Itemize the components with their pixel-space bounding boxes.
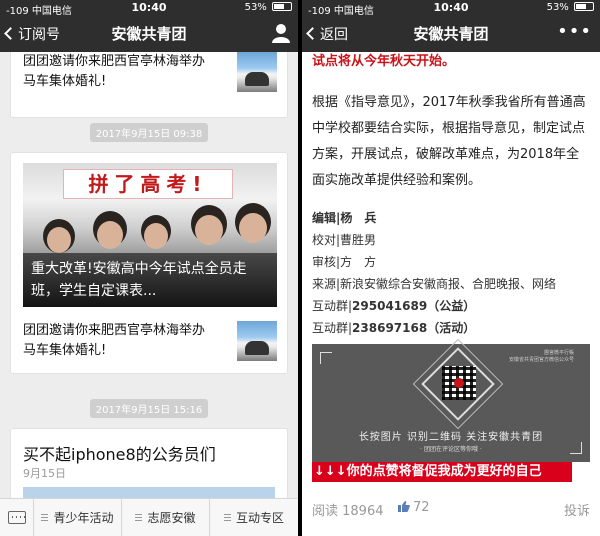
editor-credit: 编辑|杨 兵 — [312, 211, 377, 225]
battery-icon — [574, 2, 594, 11]
menu-item-interact[interactable]: 互动专区 — [210, 499, 298, 536]
article-card[interactable]: 团团邀请你来肥西官亭林海举办马车集体婚礼! — [10, 52, 288, 118]
article-thumbnail — [237, 321, 277, 361]
page-title: 安徽共青团 — [413, 25, 489, 43]
qr-code[interactable] — [442, 366, 476, 400]
like-count: 72 — [413, 500, 430, 515]
more-icon[interactable]: ••• — [557, 23, 592, 41]
left-screen: -109 中国电信 10:40 53% 订阅号 安徽共青团 团团邀请你来肥西官亭… — [0, 0, 298, 536]
right-nav-bar: -109 中国电信 10:40 53% 返回 安徽共青团 ••• — [302, 0, 600, 52]
hero-caption: 重大改革!安徽高中今年试点全员走班，学生自定课表... — [23, 253, 277, 307]
group-credit: 互动群|295041689（公益） — [312, 299, 476, 313]
like-button[interactable]: 72 — [398, 500, 430, 515]
menu-item-volunteer[interactable]: 志愿安徽 — [122, 499, 210, 536]
keyboard-icon — [8, 511, 26, 524]
page-title: 安徽共青团 — [111, 25, 187, 43]
review-credit: 审核|方 方 — [312, 255, 377, 269]
article-thumbnail — [237, 52, 277, 92]
menu-icon — [223, 514, 231, 521]
like-prompt-banner: ↓↓↓你的点赞将督促我成为更好的自己 — [312, 462, 572, 482]
thumbs-up-icon — [398, 501, 410, 512]
hero-banner-text: 拼了高考! — [63, 169, 233, 199]
status-bar: -109 中国电信 10:40 53% — [0, 0, 298, 17]
proof-credit: 校对|曹胜男 — [312, 233, 377, 247]
source-credit: 来源|新浪安徽综合安徽商报、合肥晚报、网络 — [312, 277, 557, 291]
article-title: 团团邀请你来肥西官亭林海举办马车集体婚礼! — [23, 323, 206, 358]
date-chip: 2017年9月15日 15:16 — [0, 398, 298, 418]
list-item[interactable]: 团团邀请你来肥西官亭林海举办马车集体婚礼! — [11, 315, 287, 371]
qr-subtext: · 团团在评论区等你哦 · — [420, 446, 482, 453]
battery-icon — [272, 2, 292, 11]
battery-area: 53% — [245, 2, 292, 13]
article-footer: 阅读 18964 72 投诉 — [312, 500, 590, 520]
status-bar: -109 中国电信 10:40 53% — [302, 0, 600, 17]
list-item[interactable]: 团团邀请你来肥西官亭林海举办马车集体婚礼! — [11, 46, 287, 102]
battery-percent: 53% — [244, 2, 267, 13]
hero-image[interactable]: 拼了高考! 重大改革!安徽高中今年试点全员走班，学生自定课表... — [23, 163, 277, 307]
group-credit: 互动群|238697168（活动） — [312, 321, 476, 335]
highlight-text: 试点将从今年秋天开始。 — [312, 54, 456, 69]
battery-area: 53% — [547, 2, 594, 13]
menu-icon — [135, 514, 143, 521]
article-card[interactable]: 买不起iphone8的公务员们 9月15日 — [10, 428, 288, 508]
article-body: 试点将从今年秋天开始。 根据《指导意见》，2017年秋季我省所有普通高中学校都要… — [302, 52, 600, 536]
keyboard-toggle[interactable] — [0, 499, 34, 536]
battery-percent: 53% — [546, 2, 569, 13]
article-card[interactable]: 拼了高考! 重大改革!安徽高中今年试点全员走班，学生自定课表... 团团邀请你来… — [10, 152, 288, 374]
panel-small-text: 團官微平行帳 安徽省共青团官方微信公众号 — [508, 350, 574, 363]
left-nav-bar: -109 中国电信 10:40 53% 订阅号 安徽共青团 — [0, 0, 298, 52]
date-chip: 2017年9月15日 09:38 — [0, 122, 298, 142]
qr-instruction: 长按图片 识别二维码 关注安徽共青团 — [358, 432, 544, 443]
qr-code-panel[interactable]: 團官微平行帳 安徽省共青团官方微信公众号 长按图片 识别二维码 关注安徽共青团 ·… — [312, 338, 590, 462]
person-icon[interactable] — [272, 23, 290, 43]
article-title: 买不起iphone8的公务员们 — [23, 445, 216, 464]
menu-item-youth[interactable]: 青少年活动 — [34, 499, 122, 536]
menu-icon — [41, 514, 49, 521]
right-screen: -109 中国电信 10:40 53% 返回 安徽共青团 ••• 试点将从今年秋… — [302, 0, 600, 536]
bottom-menu: 青少年活动 志愿安徽 互动专区 — [0, 498, 298, 536]
read-count: 阅读 18964 — [312, 504, 384, 519]
article-title: 团团邀请你来肥西官亭林海举办马车集体婚礼! — [23, 54, 206, 89]
article-paragraph: 根据《指导意见》，2017年秋季我省所有普通高中学校都要结合实际，根据指导意见，… — [312, 95, 586, 188]
article-date: 9月15日 — [23, 467, 66, 480]
report-link[interactable]: 投诉 — [564, 500, 590, 519]
